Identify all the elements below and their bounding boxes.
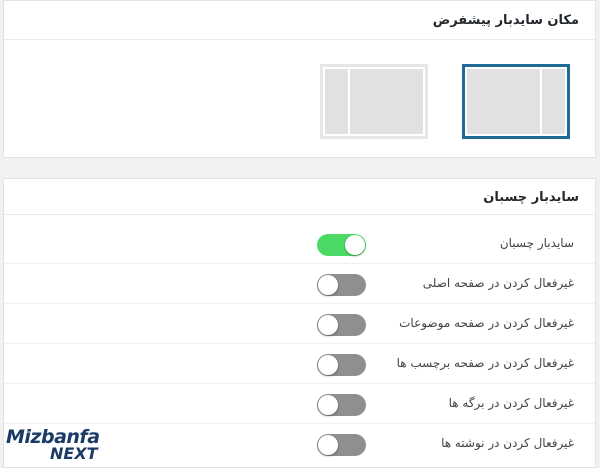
toggle-knob [318,315,338,335]
sticky-sidebar-title: سایدبار چسبان [483,190,579,205]
disable-home-row: غیرفعال کردن در صفحه اصلی [4,264,595,304]
sticky-sidebar-toggle[interactable] [317,234,366,256]
toggle-knob [318,275,338,295]
layout-preview-sidebar [325,69,348,134]
default-sidebar-position-panel: مکان سایدبار پیشفرض [3,0,596,158]
disable-tags-row: غیرفعال کردن در صفحه برچسب ها [4,344,595,384]
layout-option-sidebar-left[interactable] [320,64,428,139]
default-sidebar-position-title: مکان سایدبار پیشفرض [432,13,579,28]
layout-preview-content-area [350,69,423,134]
disable-home-label: غیرفعال کردن در صفحه اصلی [422,276,574,290]
toggle-knob [318,355,338,375]
mizbanfa-watermark-logo: Mizbanfa NEXT [6,426,110,464]
panel-divider [4,214,595,215]
disable-categories-toggle[interactable] [317,314,366,336]
disable-home-toggle[interactable] [317,274,366,296]
layout-preview-sidebar [542,69,565,134]
disable-pages-label: غیرفعال کردن در برگه ها [448,396,574,410]
sticky-sidebar-row: سایدبار چسبان [4,224,595,264]
disable-posts-label: غیرفعال کردن در نوشته ها [441,436,574,450]
layout-preview-content-area [467,69,540,134]
toggle-knob [345,235,365,255]
disable-categories-row: غیرفعال کردن در صفحه موضوعات [4,304,595,344]
disable-categories-label: غیرفعال کردن در صفحه موضوعات [399,316,574,330]
disable-pages-toggle[interactable] [317,394,366,416]
layout-preview-left [325,69,423,134]
sticky-sidebar-panel: سایدبار چسبان سایدبار چسبان غیرفعال کردن… [3,178,596,468]
disable-tags-toggle[interactable] [317,354,366,376]
toggle-knob [318,435,338,455]
layout-option-sidebar-right[interactable] [462,64,570,139]
disable-tags-label: غیرفعال کردن در صفحه برچسب ها [396,356,574,370]
sticky-sidebar-label: سایدبار چسبان [499,236,574,250]
layout-preview-right [467,69,565,134]
toggle-knob [318,395,338,415]
watermark-line2: NEXT [50,444,98,463]
disable-pages-row: غیرفعال کردن در برگه ها [4,384,595,424]
panel-divider [4,39,595,40]
disable-posts-toggle[interactable] [317,434,366,456]
